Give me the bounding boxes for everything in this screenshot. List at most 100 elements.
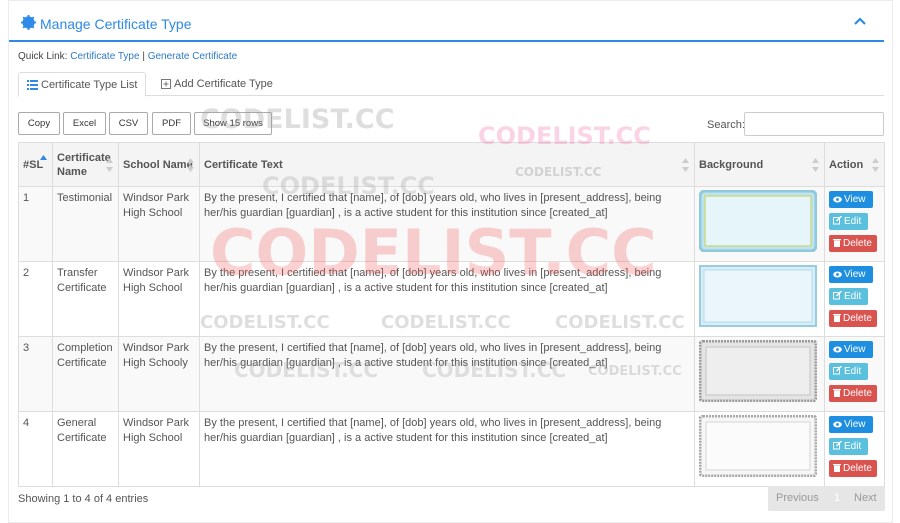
certificate-table: #SL Certificate Name School Name Certifi… [18,142,885,487]
col-label: School Name [123,158,193,171]
view-label: View [844,194,866,205]
table-row: 2 Transfer Certificate Windsor Park High… [18,261,885,337]
col-school-name[interactable]: School Name [118,142,200,187]
view-label: View [844,344,866,355]
col-sl[interactable]: #SL [18,142,53,187]
tab-bar: Certificate Type List Add Certificate Ty… [18,72,884,97]
delete-label: Delete [843,313,872,324]
delete-button[interactable]: Delete [829,235,877,252]
next-button[interactable]: Next [854,492,877,504]
show-rows-button[interactable]: Show 15 rows [194,112,272,135]
list-icon [27,80,38,91]
delete-button[interactable]: Delete [829,385,877,402]
cell-school-name: Windsor Park High School [118,261,200,337]
excel-button[interactable]: Excel [63,112,106,135]
table-row: 3 Completion Certificate Windsor Park Hi… [18,336,885,412]
trash-icon [833,464,841,472]
cell-school-name: Windsor Park High School [118,186,200,262]
col-certificate-text[interactable]: Certificate Text [199,142,695,187]
certificate-background-image [699,265,817,327]
cell-certificate-text: By the present, I certified that [name],… [199,336,695,412]
edit-label: Edit [844,441,862,452]
edit-button[interactable]: Edit [829,363,868,380]
eye-icon [833,346,842,353]
pdf-button[interactable]: PDF [152,112,191,135]
delete-label: Delete [843,388,872,399]
cell-actions: View Edit Delete [824,186,885,262]
quick-link-label: Quick Link: [18,51,68,62]
link-certificate-type[interactable]: Certificate Type [70,51,139,62]
delete-label: Delete [843,463,872,474]
search-label: Search: [707,119,745,131]
col-background[interactable]: Background [694,142,825,187]
col-label: Certificate Text [204,158,283,171]
quick-links: Quick Link: Certificate Type | Generate … [18,51,237,62]
edit-icon [833,440,842,450]
cell-certificate-name: Testimonial [52,186,119,262]
panel-header: Manage Certificate Type [9,1,884,42]
tab-label: Add Certificate Type [174,78,273,90]
chevron-up-icon[interactable] [854,16,866,26]
delete-label: Delete [843,238,872,249]
cell-certificate-name: Completion Certificate [52,336,119,412]
sort-icon [872,158,879,172]
sort-asc-icon [40,155,47,160]
col-action[interactable]: Action [824,142,885,187]
quick-link-separator: | [142,51,145,62]
search-input[interactable] [744,112,884,136]
cell-certificate-name: Transfer Certificate [52,261,119,337]
edit-label: Edit [844,291,862,302]
view-button[interactable]: View [829,416,873,433]
certificate-background-image [698,414,818,478]
edit-button[interactable]: Edit [829,213,868,230]
col-label: Certificate Name [57,151,111,178]
cell-background [694,336,825,412]
pagination: Previous 1 Next [768,486,885,511]
cell-sl: 2 [18,261,53,337]
previous-button[interactable]: Previous [776,492,819,504]
edit-label: Edit [844,216,862,227]
view-label: View [844,419,866,430]
delete-button[interactable]: Delete [829,460,877,477]
certificate-background-image [698,189,818,253]
cell-sl: 3 [18,336,53,412]
cell-school-name: Windsor Park High School [118,411,200,487]
cell-background [694,186,825,262]
sort-icon [812,158,819,172]
tab-add-certificate-type[interactable]: Add Certificate Type [153,72,281,96]
eye-icon [833,196,842,203]
eye-icon [833,271,842,278]
cell-actions: View Edit Delete [824,261,885,337]
trash-icon [833,314,841,322]
edit-icon [833,365,842,375]
view-button[interactable]: View [829,191,873,208]
edit-label: Edit [844,366,862,377]
link-generate-certificate[interactable]: Generate Certificate [148,51,238,62]
tab-certificate-type-list[interactable]: Certificate Type List [18,72,147,97]
cell-certificate-text: By the present, I certified that [name],… [199,186,695,262]
sort-icon [106,158,113,172]
delete-button[interactable]: Delete [829,310,877,327]
gear-icon [21,15,36,30]
certificate-panel: Manage Certificate Type Quick Link: Cert… [8,0,893,523]
cell-actions: View Edit Delete [824,336,885,412]
copy-button[interactable]: Copy [18,112,60,135]
eye-icon [833,421,842,428]
page-title: Manage Certificate Type [40,16,192,32]
certificate-background-image [698,339,818,403]
view-button[interactable]: View [829,341,873,358]
edit-icon [833,215,842,225]
plus-square-icon [161,79,171,90]
col-label: Background [699,158,764,171]
cell-school-name: Windsor Park High Schooly [118,336,200,412]
page-1-button[interactable]: 1 [834,492,840,504]
cell-sl: 1 [18,186,53,262]
csv-button[interactable]: CSV [109,112,148,135]
sort-icon [682,158,689,172]
view-button[interactable]: View [829,266,873,283]
cell-certificate-text: By the present, I certified that [name],… [199,411,695,487]
col-certificate-name[interactable]: Certificate Name [52,142,119,187]
col-label: Action [829,158,864,171]
edit-button[interactable]: Edit [829,288,868,305]
edit-button[interactable]: Edit [829,438,868,455]
